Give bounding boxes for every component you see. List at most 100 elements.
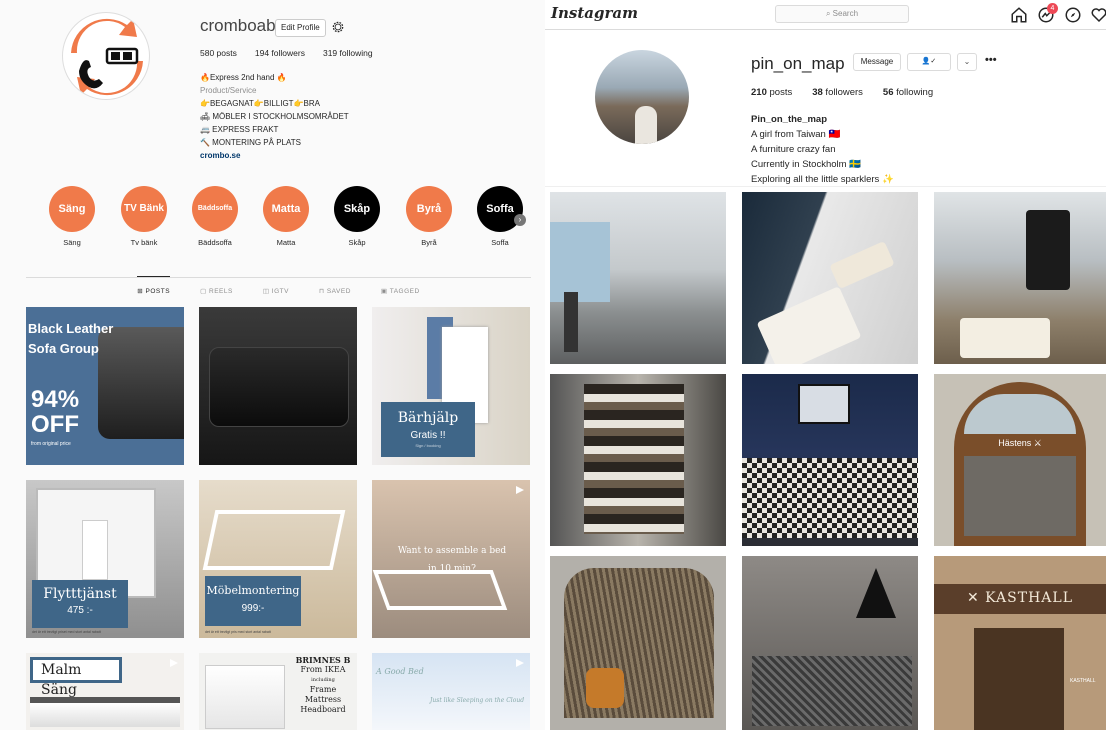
- message-button[interactable]: Message: [853, 53, 901, 71]
- post-thumbnail[interactable]: A Good Bed Just like Sleeping on the Clo…: [372, 653, 530, 730]
- post-thumbnail[interactable]: Flytttjänst 475 :- det är ett trevligt p…: [26, 480, 184, 638]
- highlight-tv-bank[interactable]: TV Bänk Tv bänk: [118, 186, 170, 247]
- highlight-baddsoffa[interactable]: Bäddsoffa Bäddsoffa: [189, 186, 241, 247]
- post-label-box: Flytttjänst 475 :-: [32, 580, 128, 628]
- following-count[interactable]: 319 following: [323, 48, 373, 58]
- highlight-sang[interactable]: Säng Säng: [46, 186, 98, 247]
- bio-category: Product/Service: [200, 86, 257, 95]
- bio-line: 🔨 MONTERING PÅ PLATS: [200, 138, 301, 147]
- post-caption: A Good Bed: [376, 667, 424, 676]
- activity-heart-icon[interactable]: [1090, 6, 1106, 24]
- following-status-button[interactable]: 👤✓: [907, 53, 951, 71]
- crombo-logo-icon: [71, 18, 143, 96]
- kasthall-sign: ✕ KASTHALL: [966, 590, 1074, 606]
- tab-igtv[interactable]: ◫ IGTV: [263, 287, 289, 295]
- post-thumbnail[interactable]: Want to assemble a bed in 10 min?: [372, 480, 530, 638]
- bio-line: 🛋 MÖBLER I STOCKHOLMSOMRÅDET: [200, 112, 349, 121]
- bio-line: A furniture crazy fan: [751, 144, 836, 155]
- pin-on-map-profile-panel: Instagram ⌕ Search 4 pin_on_map Message …: [545, 0, 1106, 730]
- tab-saved[interactable]: ⊓ SAVED: [319, 287, 351, 295]
- notification-badge: 4: [1047, 3, 1058, 14]
- post-thumbnail[interactable]: ✕ KASTHALL KASTHALL: [934, 556, 1106, 730]
- more-options-icon[interactable]: •••: [985, 54, 997, 66]
- post-thumbnail[interactable]: [199, 307, 357, 465]
- shop-door-image: [974, 628, 1064, 730]
- highlight-cover: Matta: [263, 186, 309, 232]
- post-thumbnail[interactable]: [742, 192, 918, 364]
- profile-stats: 580 posts 194 followers 319 following: [200, 48, 373, 58]
- highlight-label: Byrå: [421, 238, 437, 247]
- post-thumbnail[interactable]: [550, 192, 726, 364]
- profile-username: cromboab: [200, 16, 276, 35]
- post-caption: Want to assemble a bed in 10 min?: [397, 546, 507, 574]
- food-tray-image: [829, 240, 895, 290]
- highlight-matta[interactable]: Matta Matta: [260, 186, 312, 247]
- tabs-divider: [26, 277, 531, 278]
- explore-compass-icon[interactable]: [1064, 6, 1082, 24]
- bio-name: Pin_on_the_map: [751, 114, 828, 125]
- post-thumbnail[interactable]: Black Leather Sofa Group 94% OFF from orig…: [26, 307, 184, 465]
- post-thumbnail[interactable]: BRIMNES B From IKEA including Frame Mattress…: [199, 653, 357, 730]
- tab-posts[interactable]: ⊞ POSTS: [137, 276, 171, 295]
- video-play-icon: [516, 486, 524, 494]
- avatar-person-image: [635, 106, 657, 144]
- profile-avatar[interactable]: [62, 12, 150, 100]
- sofa-image: [209, 347, 349, 427]
- pendant-lamp-image: [856, 568, 896, 618]
- instagram-logo[interactable]: Instagram: [551, 4, 638, 22]
- highlight-skap[interactable]: Skåp Skåp: [331, 186, 383, 247]
- highlight-label: Skåp: [348, 238, 366, 247]
- post-label-box: Bärhjälp Gratis !! Sign / booking: [381, 402, 475, 457]
- post-thumbnail[interactable]: [934, 192, 1106, 364]
- food-tray-image: [756, 286, 862, 364]
- tab-tagged[interactable]: ▣ TAGGED: [381, 287, 420, 295]
- suggestions-chevron-icon[interactable]: ⌄: [957, 53, 977, 71]
- person-image: [564, 292, 578, 352]
- bio-line: Currently in Stockholm 🇸🇪: [751, 159, 862, 170]
- highlight-label: Matta: [276, 238, 296, 247]
- post-thumbnail[interactable]: [550, 374, 726, 546]
- post-thumbnail[interactable]: [742, 556, 918, 730]
- post-thumbnail[interactable]: [742, 374, 918, 546]
- top-nav-bar: Instagram ⌕ Search 4: [545, 0, 1106, 30]
- followers-count[interactable]: 194 followers: [255, 48, 305, 58]
- highlight-label: Tv bänk: [130, 238, 158, 247]
- search-input[interactable]: ⌕ Search: [775, 5, 909, 23]
- highlight-label: Bäddsoffa: [198, 238, 232, 247]
- grid-divider: [545, 186, 1106, 187]
- highlight-cover: Bäddsoffa: [192, 186, 238, 232]
- mattress-image: [82, 520, 108, 580]
- post-thumbnail[interactable]: Malm Säng: [26, 653, 184, 730]
- video-play-icon: [516, 659, 524, 667]
- video-play-icon: [170, 659, 178, 667]
- posts-count: 210 posts: [751, 87, 793, 98]
- following-count[interactable]: 56 following: [883, 87, 933, 98]
- bio-line: Exploring all the little sparklers ✨: [751, 174, 894, 185]
- bio-website-link[interactable]: crombo.se: [200, 149, 349, 162]
- checkered-bed-image: [742, 458, 918, 538]
- tab-reels[interactable]: ▢ REELS: [200, 287, 233, 295]
- post-thumbnail[interactable]: Bärhjälp Gratis !! Sign / booking: [372, 307, 530, 465]
- edit-profile-button[interactable]: Edit Profile: [275, 19, 326, 37]
- bio-line: A girl from Taiwan 🇹🇼: [751, 129, 841, 140]
- post-thumbnail[interactable]: [550, 556, 726, 730]
- search-icon: ⌕: [825, 9, 833, 18]
- post-subtext: det är ett trevligt priset med stort ant…: [32, 630, 101, 634]
- shop-window-image: [964, 456, 1076, 536]
- posts-count: 580 posts: [200, 48, 237, 58]
- kasthall-small-sign: KASTHALL: [1070, 678, 1096, 684]
- profile-avatar[interactable]: [595, 50, 689, 144]
- post-thumbnail[interactable]: Möbelmontering 999:- det är ett trevligt…: [199, 480, 357, 638]
- settings-gear-icon[interactable]: [331, 20, 345, 34]
- bio-line: 👉BEGAGNAT👉BILLIGT👉BRA: [200, 99, 320, 108]
- highlight-byra[interactable]: Byrå Byrå: [403, 186, 455, 247]
- followers-count[interactable]: 38 followers: [812, 87, 863, 98]
- home-icon[interactable]: [1010, 6, 1028, 24]
- food-tray-image: [960, 318, 1050, 358]
- highlights-next-arrow-icon[interactable]: ›: [514, 214, 526, 226]
- post-thumbnail[interactable]: Hästens ⚔: [934, 374, 1106, 546]
- post-subtext: from original price: [31, 441, 71, 447]
- post-caption: Malm Säng: [30, 657, 122, 698]
- profile-bio: 🔥Express 2nd hand 🔥 Product/Service 👉BEG…: [200, 71, 349, 162]
- highlight-label: Soffa: [491, 238, 509, 247]
